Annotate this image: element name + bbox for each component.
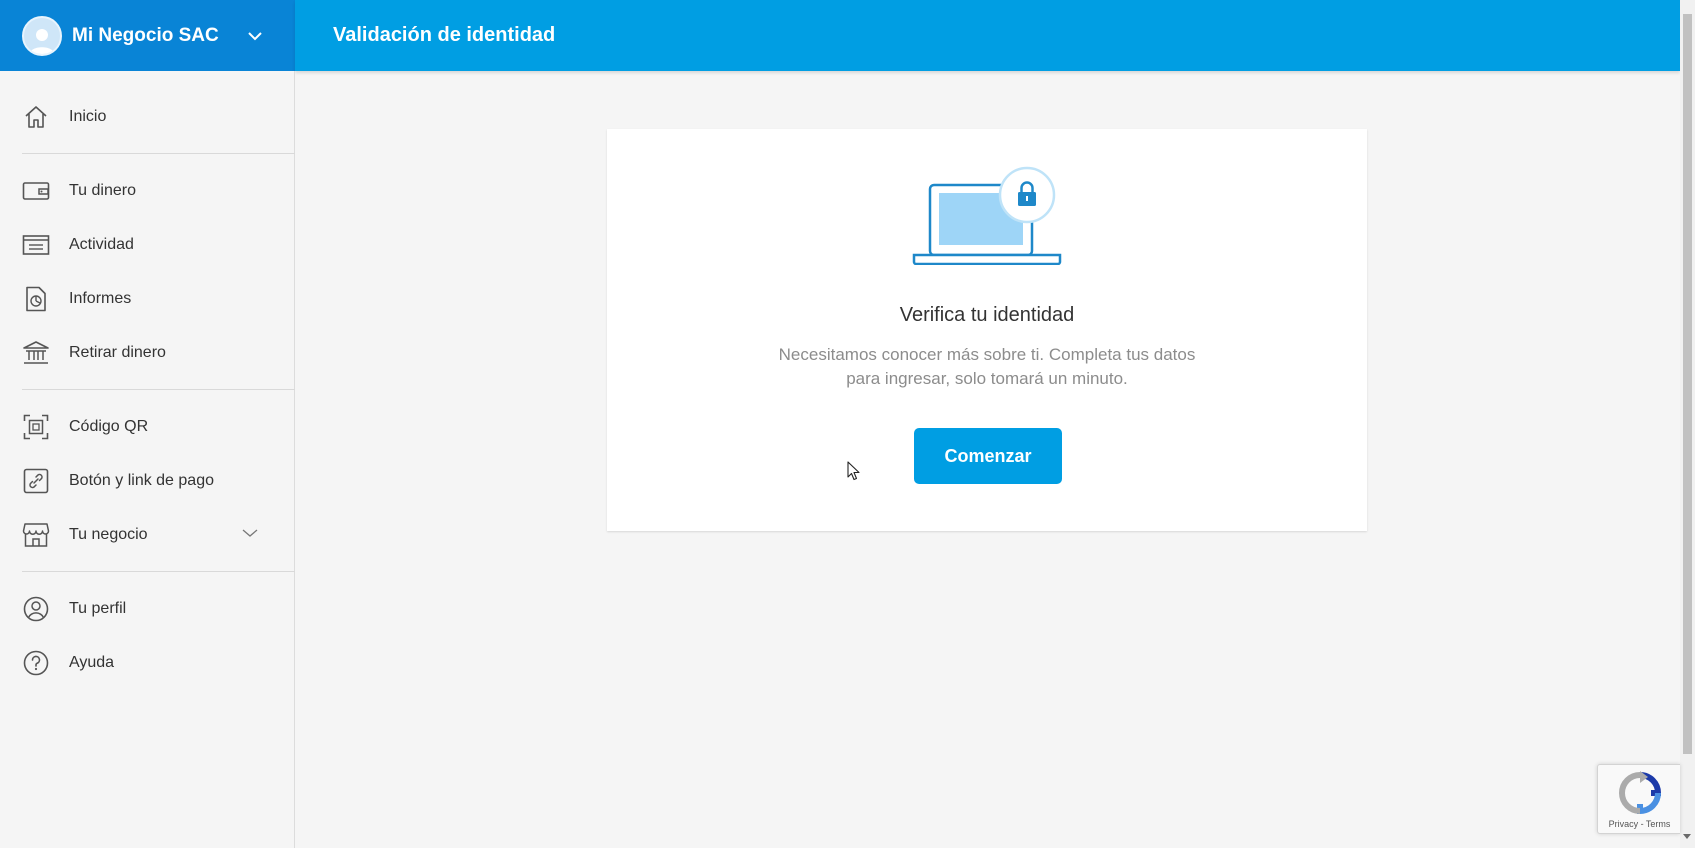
user-avatar-icon [30,28,54,54]
chevron-down-icon [242,529,258,537]
top-bar: Validación de identidad [295,0,1680,71]
sidebar-item-label: Ayuda [69,654,115,671]
avatar [22,15,62,56]
scrollbar-thumb[interactable] [1683,14,1692,754]
wallet-icon [22,177,50,205]
sidebar-item-label: Retirar dinero [69,344,166,361]
sidebar-item-label: Código QR [69,418,149,435]
help-icon [22,649,50,677]
mouse-cursor-icon [847,461,860,481]
sidebar-divider [22,153,295,154]
sidebar-item-boton-link-pago[interactable]: Botón y link de pago [0,457,294,505]
sidebar-item-codigo-qr[interactable]: Código QR [0,403,294,451]
recaptcha-badge[interactable]: Privacy - Terms [1597,764,1680,834]
recaptcha-icon [1618,771,1662,815]
link-icon [22,467,50,495]
sidebar-item-label: Tu negocio [69,526,148,543]
card-title: Verifica tu identidad [899,304,1075,326]
sidebar-item-label: Botón y link de pago [69,472,214,489]
qr-code-icon [22,413,50,441]
sidebar-item-label: Informes [69,290,132,307]
scroll-down-arrow-icon[interactable] [1683,834,1691,839]
page-title: Validación de identidad [333,24,556,46]
sidebar-item-inicio[interactable]: Inicio [0,93,294,141]
sidebar-divider [22,571,295,572]
list-icon [22,231,50,259]
card-description: Necesitamos conocer más sobre ti. Comple… [778,345,1196,388]
laptop-lock-illustration [912,166,1062,265]
start-button[interactable]: Comenzar [914,428,1062,484]
bank-icon [22,339,50,367]
report-icon [22,285,50,313]
sidebar-item-tu-negocio[interactable]: Tu negocio [0,511,294,559]
sidebar-item-tu-dinero[interactable]: Tu dinero [0,167,294,215]
chevron-down-icon [248,31,262,40]
sidebar-item-tu-perfil[interactable]: Tu perfil [0,585,294,633]
sidebar-item-label: Tu perfil [69,600,127,617]
recaptcha-links[interactable]: Privacy - Terms [1598,819,1681,829]
user-icon [22,595,50,623]
account-switcher[interactable]: Mi Negocio SAC [0,0,295,71]
sidebar: Inicio Tu dinero Actividad Informes Reti… [0,71,295,848]
sidebar-divider [22,389,295,390]
sidebar-item-ayuda[interactable]: Ayuda [0,639,294,687]
vertical-scrollbar[interactable] [1680,0,1695,848]
home-icon [22,103,50,131]
sidebar-item-informes[interactable]: Informes [0,275,294,323]
sidebar-item-label: Actividad [69,236,134,253]
sidebar-item-retirar-dinero[interactable]: Retirar dinero [0,329,294,377]
sidebar-item-label: Inicio [69,108,107,125]
store-icon [22,521,50,549]
sidebar-item-label: Tu dinero [69,182,136,199]
account-name: Mi Negocio SAC [72,24,219,46]
sidebar-item-actividad[interactable]: Actividad [0,221,294,269]
identity-verification-card: Verifica tu identidad Necesitamos conoce… [607,129,1367,531]
